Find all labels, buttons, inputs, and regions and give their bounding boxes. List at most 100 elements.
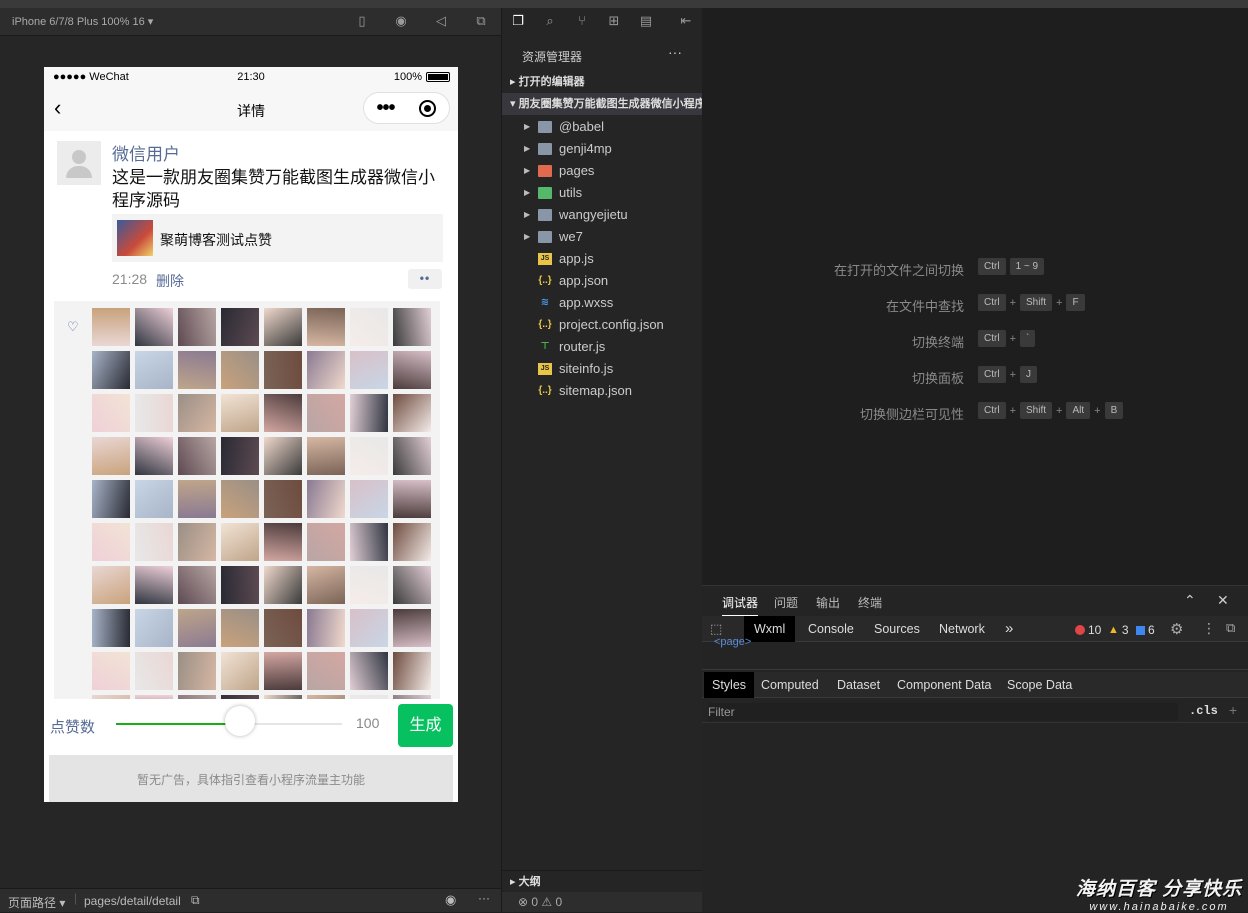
window-icon[interactable]: ⧉: [473, 13, 489, 29]
dock-icon[interactable]: ⧉: [1226, 620, 1235, 636]
panel-icon[interactable]: ▤: [638, 13, 654, 29]
tab-computed[interactable]: Computed: [753, 672, 827, 698]
cls-toggle[interactable]: .cls: [1189, 704, 1218, 718]
extensions-icon[interactable]: ⊞: [606, 13, 622, 29]
add-style-icon[interactable]: +: [1229, 702, 1237, 718]
device-selector[interactable]: iPhone 6/7/8 Plus 100% 16 ▾: [12, 15, 153, 28]
files-icon[interactable]: ❐: [510, 13, 526, 29]
tab-debugger[interactable]: 调试器: [722, 594, 759, 616]
tab-console[interactable]: Console: [798, 616, 864, 642]
nav-bar: ‹ 详情 •••: [44, 87, 458, 131]
likes-panel: ♡: [54, 301, 440, 699]
file-tree-label: siteinfo.js: [559, 361, 614, 376]
tab-wxml[interactable]: Wxml: [744, 616, 796, 642]
info-count[interactable]: 6: [1136, 623, 1155, 637]
liker-avatar: [135, 523, 173, 561]
collapse-sidebar-icon[interactable]: ⇤: [678, 13, 694, 29]
expand-arrow-icon: ▶: [524, 188, 531, 197]
tab-styles[interactable]: Styles: [704, 672, 755, 698]
liker-avatar: [264, 523, 302, 561]
error-count[interactable]: 10: [1075, 623, 1101, 637]
warning-count[interactable]: ▲ 3: [1108, 623, 1129, 637]
search-icon[interactable]: ⌕: [542, 13, 558, 29]
file-tree-label: we7: [559, 229, 583, 244]
volume-icon[interactable]: ◁: [433, 13, 449, 29]
avatar[interactable]: [57, 141, 101, 185]
file-tree-label: app.wxss: [559, 295, 614, 310]
inspect-icon[interactable]: ⬚: [710, 621, 722, 637]
file-tree-item[interactable]: ▶ wangyejietu: [502, 204, 703, 226]
file-tree-item[interactable]: ≋ app.wxss: [502, 292, 703, 314]
more-panels-icon[interactable]: »: [995, 616, 1023, 642]
file-tree-item[interactable]: ▶ genji4mp: [502, 138, 703, 160]
tab-terminal[interactable]: 终端: [858, 594, 882, 611]
liker-avatar: [307, 351, 345, 389]
liker-avatar: [350, 652, 388, 690]
generate-button[interactable]: 生成: [398, 704, 453, 747]
file-tree-item[interactable]: {..} project.config.json: [502, 314, 703, 336]
tab-output[interactable]: 输出: [816, 594, 840, 611]
battery-status: 100%: [394, 71, 450, 83]
record-icon[interactable]: ◉: [393, 13, 409, 29]
close-miniprogram-icon[interactable]: [419, 99, 437, 117]
delete-link[interactable]: 删除: [156, 271, 184, 291]
liker-avatar: [264, 652, 302, 690]
maximize-panel-icon[interactable]: ⌃: [1184, 592, 1196, 609]
tab-dataset[interactable]: Dataset: [829, 672, 888, 698]
simulator-toolbar: iPhone 6/7/8 Plus 100% 16 ▾ ▯ ◉ ◁ ⧉: [0, 8, 501, 36]
shortcut-label: 在打开的文件之间切换: [833, 263, 964, 278]
file-tree-item[interactable]: ▶ @babel: [502, 116, 703, 138]
file-tree-item[interactable]: {..} app.json: [502, 270, 703, 292]
slider-thumb[interactable]: [225, 706, 256, 736]
explorer-more-icon[interactable]: ···: [668, 44, 682, 60]
file-tree-item[interactable]: {..} sitemap.json: [502, 380, 703, 402]
explorer-toolbar: ❐ ⌕ ⑂ ⊞ ▤ ⇤: [502, 8, 703, 36]
file-tree-item[interactable]: JS app.js: [502, 248, 703, 270]
key-plus: +: [1009, 368, 1016, 381]
comment-more-button[interactable]: ••: [408, 269, 442, 289]
file-tree-item[interactable]: ⊤ router.js: [502, 336, 703, 358]
project-section[interactable]: ▾ 朋友圈集赞万能截图生成器微信小程序源码: [502, 93, 703, 115]
folder-icon: [538, 209, 552, 221]
key-cap: B: [1104, 402, 1124, 419]
file-tree-item[interactable]: JS siteinfo.js: [502, 358, 703, 380]
eye-icon[interactable]: ◉: [445, 892, 456, 908]
page-path-label[interactable]: 页面路径 ▾: [8, 894, 65, 911]
shortcut-label: 切换面板: [911, 371, 964, 386]
tab-component-data[interactable]: Component Data: [889, 672, 1000, 698]
slider-fill: [116, 723, 241, 725]
tab-scope-data[interactable]: Scope Data: [999, 672, 1080, 698]
wxml-node[interactable]: <page>: [714, 636, 751, 648]
shortcut-keys: Ctrl + `: [978, 330, 1036, 347]
outline-section[interactable]: ▸ 大纲: [502, 870, 703, 892]
more-menu-icon[interactable]: •••: [376, 97, 395, 120]
settings-gear-icon[interactable]: ⚙: [1170, 620, 1183, 638]
like-count-value: 100: [356, 715, 380, 731]
file-tree-item[interactable]: ▶ pages: [502, 160, 703, 182]
more-icon[interactable]: ···: [478, 891, 490, 905]
liker-avatar: [92, 523, 130, 561]
folder-icon: [538, 231, 552, 243]
link-card[interactable]: 聚萌博客测试点赞: [112, 214, 443, 262]
capsule-menu: •••: [363, 92, 450, 124]
copy-icon[interactable]: ⧉: [191, 893, 200, 908]
shortcut-keys: Ctrl + J: [978, 366, 1037, 383]
tab-problems[interactable]: 问题: [774, 594, 798, 611]
error-icon: [1075, 625, 1085, 635]
kebab-menu-icon[interactable]: ⋮: [1202, 620, 1216, 637]
open-editors-section[interactable]: ▸ 打开的编辑器: [502, 71, 703, 93]
phone-icon[interactable]: ▯: [354, 13, 370, 29]
problems-status[interactable]: ⊗ 0 ⚠ 0: [502, 892, 703, 912]
close-panel-icon[interactable]: ✕: [1217, 592, 1229, 609]
source-control-icon[interactable]: ⑂: [574, 13, 590, 29]
file-tree-item[interactable]: ▶ utils: [502, 182, 703, 204]
file-tree-item[interactable]: ▶ we7: [502, 226, 703, 248]
key-cap: J: [1020, 366, 1037, 383]
tab-network[interactable]: Network: [929, 616, 995, 642]
simulator-footer: 页面路径 ▾ | pages/detail/detail ⧉ ◉ ···: [0, 888, 501, 912]
post-username[interactable]: 微信用户: [112, 140, 180, 165]
tab-sources[interactable]: Sources: [864, 616, 930, 642]
link-thumbnail: [117, 220, 153, 256]
styles-filter-input[interactable]: [708, 703, 1178, 721]
file-tree-label: genji4mp: [559, 141, 612, 156]
